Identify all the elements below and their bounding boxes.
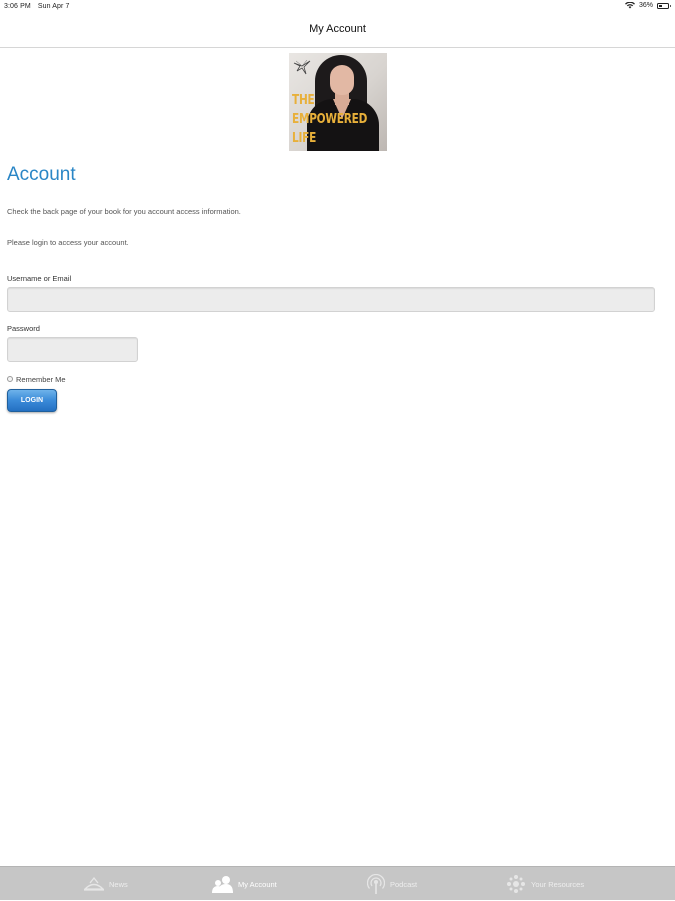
empowered-life-logo: THE EMPOWERED LIFE: [289, 53, 387, 151]
remember-me-label: Remember Me: [16, 374, 66, 384]
wifi-icon: [624, 2, 635, 9]
tab-your-resources[interactable]: Your Resources: [506, 867, 584, 901]
login-button[interactable]: LOGIN: [7, 389, 57, 412]
nav-bar: My Account: [0, 14, 675, 48]
tab-bar: News My Account Podcast Your Resources: [0, 866, 675, 900]
bird-emblem-icon: [293, 59, 311, 75]
access-info-text: Check the back page of your book for you…: [7, 207, 241, 216]
tab-your-resources-label: Your Resources: [531, 879, 585, 889]
logo-text-line-3: LIFE: [292, 130, 317, 146]
status-date: Sun Apr 7: [37, 3, 70, 10]
tab-my-account[interactable]: My Account: [212, 867, 277, 901]
status-time: 3:06 PM: [4, 3, 31, 10]
battery-icon: [657, 2, 671, 9]
remember-me-checkbox[interactable]: [7, 376, 13, 382]
password-input[interactable]: [7, 337, 138, 362]
podcast-icon: [367, 874, 385, 894]
tab-podcast-label: Podcast: [390, 879, 418, 889]
news-icon: [84, 876, 104, 891]
logo-text-line-1: THE: [292, 92, 315, 108]
account-heading: Account: [7, 164, 76, 185]
logo-text-line-2: EMPOWERED: [292, 111, 368, 127]
page-title-nav: My Account: [309, 23, 366, 35]
resources-icon: [507, 875, 525, 893]
tab-my-account-label: My Account: [238, 879, 277, 889]
remember-me-row[interactable]: Remember Me: [7, 374, 66, 384]
password-label: Password: [7, 324, 40, 333]
tab-podcast[interactable]: Podcast: [367, 867, 417, 901]
status-bar: 3:06 PM Sun Apr 7 36%: [0, 0, 675, 14]
battery-percent: 36%: [638, 2, 653, 9]
username-label: Username or Email: [7, 274, 72, 283]
login-prompt-text: Please login to access your account.: [7, 238, 129, 247]
tab-news[interactable]: News: [84, 867, 128, 901]
account-icon: [212, 876, 233, 893]
username-input[interactable]: [7, 287, 655, 312]
tab-news-label: News: [109, 879, 128, 889]
